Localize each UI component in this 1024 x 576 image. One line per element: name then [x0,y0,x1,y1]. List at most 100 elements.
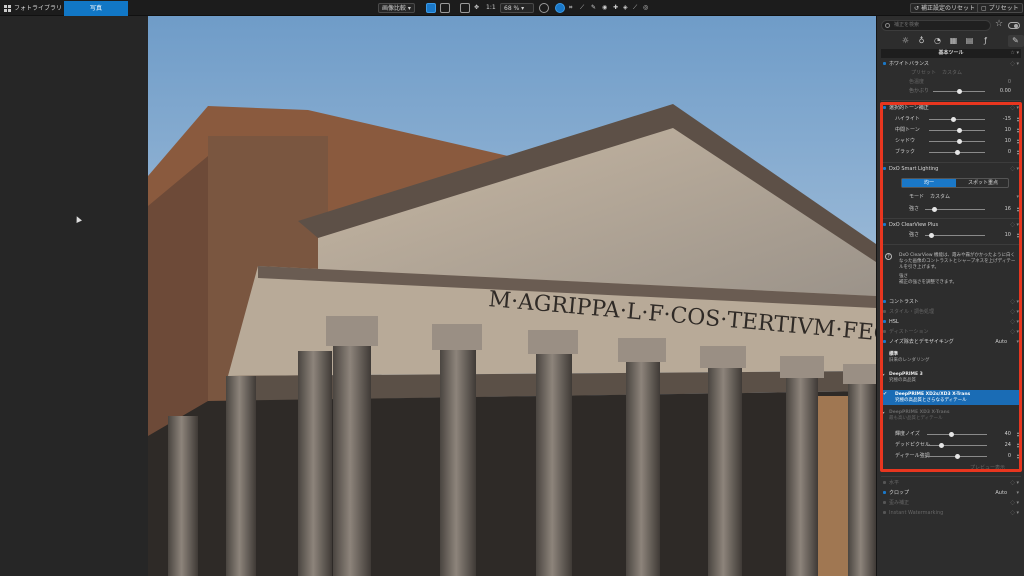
tone-0-value[interactable]: -15 [991,115,1011,124]
strength-knob[interactable] [932,207,938,212]
tab-customize[interactable]: 写真 [64,1,128,16]
noise-0-track[interactable] [927,434,987,435]
basic-tools-header[interactable]: 基本ツール ☆ ▾ [881,49,1021,58]
noise-auto-label[interactable]: Auto [995,338,1007,347]
mode-value[interactable]: カスタム [930,194,950,200]
hsl-ctl-icon[interactable]: ◌ ▾ [1011,318,1019,327]
eyedropper-icon[interactable]: ✎ [591,3,596,13]
strength-value[interactable]: 16 [991,205,1011,214]
noise-1-slider[interactable]: デッドピクセル 24 ▴ ▾ [883,441,1021,450]
show-hide-toggle[interactable] [1008,22,1020,29]
contrast-header[interactable]: コントラスト ◌ ▾ [883,298,1021,307]
tone-0-knob[interactable] [951,117,957,122]
preset-button[interactable]: ▢ プリセット [977,3,1023,13]
color-palette-icon[interactable]: ♁ [917,36,926,45]
stepper-icon[interactable]: ▴ ▾ [1017,442,1019,449]
stepper-icon[interactable]: ▴ ▾ [1017,206,1019,213]
enable-dot-icon[interactable] [883,62,886,65]
chroma-ctl-icon[interactable]: ◌ ▾ [1011,328,1019,337]
stepper-icon[interactable]: ▴ ▾ [1017,453,1019,460]
stepper-icon[interactable]: ▴ ▾ [1017,138,1019,145]
photo-viewer[interactable]: M·AGRIPPA·L·F·COS·TERTIVM·FECIT [148,16,876,576]
zoom-in-icon[interactable] [539,3,549,13]
tone-2-value[interactable]: 10 [991,137,1011,146]
repair-icon[interactable]: ✚ [613,3,618,13]
stepper-icon[interactable]: ▴ ▾ [1017,149,1019,156]
correction-search-input[interactable]: 補正を検索 [881,20,991,31]
tab-photo-library[interactable]: フォトライブラリ [0,1,64,16]
noise-1-track[interactable] [927,445,987,446]
enable-dot-icon[interactable] [883,320,886,323]
noise-2-knob[interactable] [954,454,960,459]
enable-dot-icon[interactable] [883,330,886,333]
tone-2-slider[interactable]: シャドウ 10 ▴ ▾ [883,137,1021,146]
clearview-value[interactable]: 10 [991,231,1011,240]
noise-0-slider[interactable]: 輝度ノイズ 40 ▴ ▾ [883,430,1021,439]
noise-option-0[interactable]: 標準 旧来のレンダリング [889,352,1017,363]
enable-dot-icon[interactable] [883,223,886,226]
enable-dot-icon[interactable] [883,501,886,504]
noise-2-slider[interactable]: ディテール強調 0 ▴ ▾ [883,452,1021,461]
smart-lighting-mode-segment[interactable]: 均一 スポット重点 [901,178,1009,188]
enable-dot-icon[interactable] [883,511,886,514]
reset-corrections-button[interactable]: ↺ 補正設定のリセット [910,3,979,13]
crop-auto-label[interactable]: Auto [995,489,1007,498]
enable-dot-icon[interactable] [883,491,886,494]
white-balance-preset-row[interactable]: プリセット カスタム [883,69,1021,78]
noise-header[interactable]: ノイズ除去とデモザイキング Auto ▾ [883,338,1021,347]
local-adjust-icon[interactable]: ◈ [623,3,628,13]
tone-0-track[interactable] [929,119,985,120]
compare-button[interactable]: 画像比較 ▾ [378,3,415,13]
tone-3-value[interactable]: 0 [991,148,1011,157]
tone-2-knob[interactable] [957,139,963,144]
uniform-button[interactable]: 均一 [902,179,956,187]
white-balance-header[interactable]: ホワイトバランス ◌ ▾ [883,60,1021,69]
color-profile-ctl-icon[interactable]: ◌ ▾ [1011,308,1019,317]
clearview-knob[interactable] [928,233,934,238]
clearview-ctl-icon[interactable]: ◌ ▾ [1011,221,1019,230]
horizon-ctl-icon[interactable]: ◌ ▾ [1011,479,1019,488]
zoom-fit-button[interactable]: 1:1 [486,3,496,13]
brush-icon[interactable]: ⟋ [633,3,637,13]
tone-1-knob[interactable] [957,128,963,133]
eye-icon[interactable]: ◎ [643,3,648,13]
detail-palette-icon[interactable]: ◔ [933,36,942,45]
smart-lighting-ctl-icon[interactable]: ◌ ▾ [1011,165,1019,174]
watermark-ctl-icon[interactable]: ◌ ▾ [1011,509,1019,518]
watermark-header[interactable]: Instant Watermarking ◌ ▾ [883,509,1021,518]
noise-ctl-icon[interactable]: ▾ [1016,338,1019,347]
contrast-ctl-icon[interactable]: ◌ ▾ [1011,298,1019,307]
tone-1-value[interactable]: 10 [991,126,1011,135]
mode-dropdown-icon[interactable]: ▾ [1016,193,1019,202]
zoom-level-select[interactable]: 68 % ▾ [500,3,534,13]
hsl-header[interactable]: HSL ◌ ▾ [883,318,1021,327]
wb-temp-row[interactable]: 色温度 0 [883,78,1021,87]
crop-icon[interactable]: ⌗ [569,3,572,13]
split-view-icon[interactable] [440,3,450,13]
crop-header[interactable]: クロップ Auto ▾ [883,489,1021,498]
spot-weighted-button[interactable]: スポット重点 [956,179,1010,187]
distortion-header[interactable]: 歪み補正 ◌ ▾ [883,499,1021,508]
fit-to-screen-icon[interactable] [460,3,470,13]
tone-3-knob[interactable] [954,150,960,155]
chroma-header[interactable]: ディストーション ◌ ▾ [883,328,1021,337]
noise-1-knob[interactable] [938,443,944,448]
effects-palette-icon[interactable]: ▤ [965,36,974,45]
tone-3-slider[interactable]: ブラック 0 ▴ ▾ [883,148,1021,157]
favorite-star-icon[interactable]: ☆ [995,19,1003,30]
tone-0-slider[interactable]: ハイライト -15 ▴ ▾ [883,115,1021,124]
red-eye-icon[interactable]: ◉ [602,3,607,13]
enable-dot-icon[interactable] [883,310,886,313]
noise-option-3[interactable]: ✔ DeepPRIME XD3 X-Trans 最も高い品質とディテール [881,410,1017,421]
wb-tint-slider[interactable]: 色かぶり 0.00 [883,87,1021,96]
clearview-track[interactable] [925,235,985,236]
noise-option-2[interactable]: ✔ DeepPRIME XD2s/XD3 X-Trans 究極の高品質とさらなるディ… [883,390,1019,405]
move-icon[interactable]: ✥ [474,3,479,13]
clearview-strength-slider[interactable]: 強さ 10 ▴ ▾ [883,231,1021,240]
selective-tone-ctl-icon[interactable]: ◌ ▾ [1011,104,1019,113]
section-controls-icon[interactable]: ☆ ▾ [1010,49,1019,58]
noise-option-1[interactable]: ✔ DeepPRIME 3 究極の高品質 [881,372,1017,383]
enable-dot-icon[interactable] [883,340,886,343]
preview-icon[interactable] [555,3,565,13]
crop-ctl-icon[interactable]: ▾ [1016,489,1019,498]
